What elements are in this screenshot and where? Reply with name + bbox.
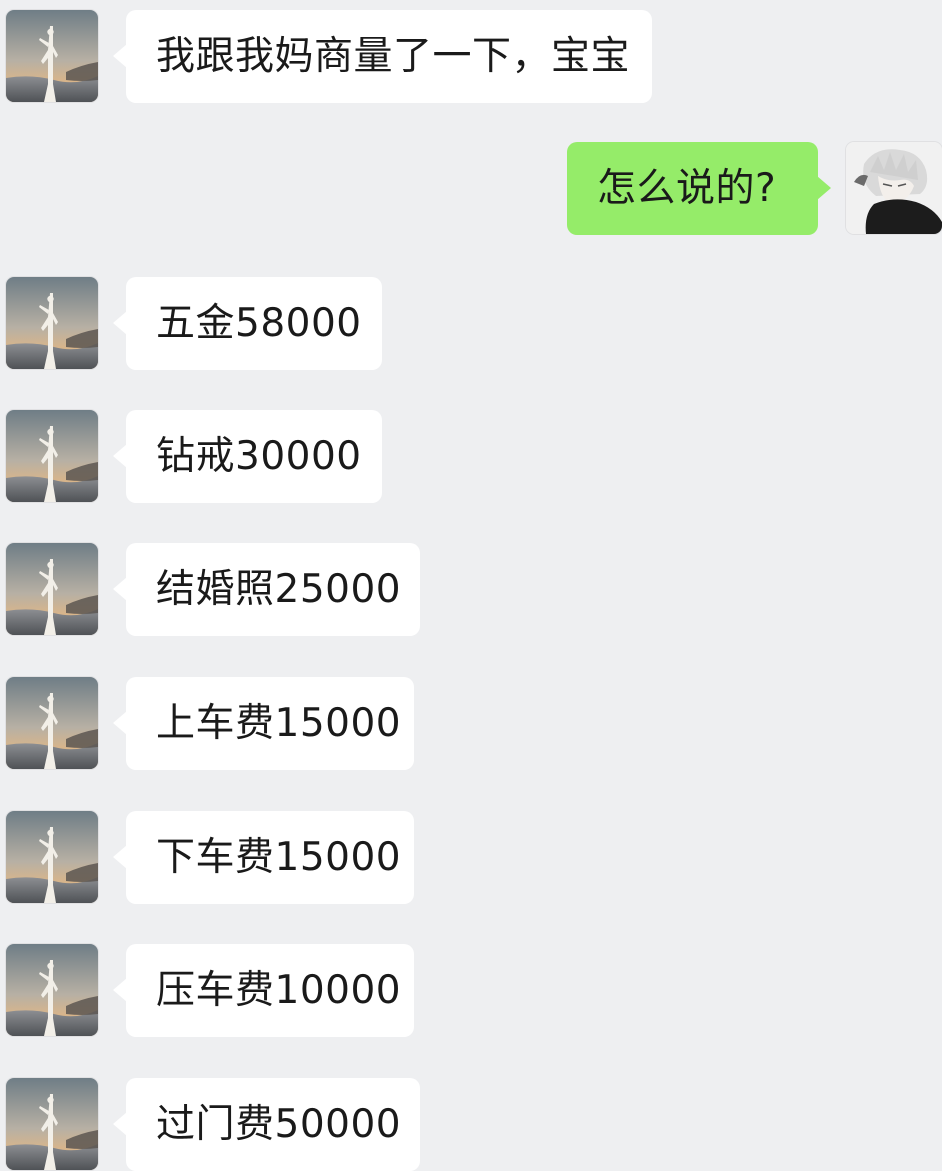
chat-window: 我跟我妈商量了一下，宝宝 怎么说的? 五金58000 钻戒30000 结婚照25…: [0, 0, 942, 1171]
sunset-statue-avatar-icon[interactable]: [6, 811, 98, 903]
incoming-message-bubble[interactable]: 五金58000: [113, 277, 382, 370]
incoming-message-bubble[interactable]: 结婚照25000: [113, 543, 420, 636]
incoming-message-bubble[interactable]: 下车费15000: [113, 811, 414, 904]
incoming-message-bubble[interactable]: 钻戒30000: [113, 410, 382, 503]
anime-boy-avatar-icon[interactable]: [846, 142, 942, 234]
incoming-message-bubble[interactable]: 压车费10000: [113, 944, 414, 1037]
sunset-statue-avatar-icon[interactable]: [6, 277, 98, 369]
incoming-message-bubble[interactable]: 过门费50000: [113, 1078, 420, 1171]
sunset-statue-avatar-icon[interactable]: [6, 944, 98, 1036]
incoming-message-bubble[interactable]: 上车费15000: [113, 677, 414, 770]
sunset-statue-avatar-icon[interactable]: [6, 677, 98, 769]
outgoing-message-bubble[interactable]: 怎么说的?: [567, 142, 831, 235]
sunset-statue-avatar-icon[interactable]: [6, 410, 98, 502]
sunset-statue-avatar-icon[interactable]: [6, 543, 98, 635]
sunset-statue-avatar-icon[interactable]: [6, 1078, 98, 1170]
incoming-message-bubble[interactable]: 我跟我妈商量了一下，宝宝: [113, 10, 652, 103]
sunset-statue-avatar-icon[interactable]: [6, 10, 98, 102]
